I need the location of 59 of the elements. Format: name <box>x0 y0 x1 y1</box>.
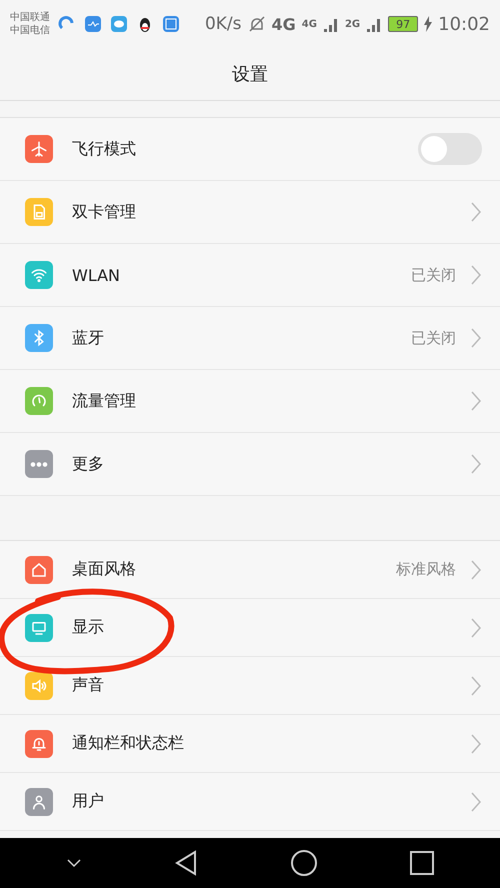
settings-row[interactable]: 用户 <box>0 773 500 831</box>
network-type: 4G <box>302 18 317 30</box>
setting-value: 已关闭 <box>411 328 456 348</box>
settings-row[interactable]: 显示 <box>0 599 500 657</box>
chat-icon <box>110 15 128 33</box>
settings-row[interactable]: 蓝牙 已关闭 <box>0 307 500 370</box>
chevron-icon <box>470 264 482 286</box>
setting-label: 飞行模式 <box>72 138 136 160</box>
setting-label: 通知栏和状态栏 <box>72 733 184 754</box>
signal-icon <box>366 16 382 32</box>
more-icon <box>30 462 48 466</box>
settings-row[interactable]: 流量管理 <box>0 370 500 433</box>
home-icon[interactable] <box>290 849 318 877</box>
chevron-icon <box>470 732 482 754</box>
settings-row[interactable]: 桌面风格 标准风格 <box>0 541 500 599</box>
carrier-name: 中国联通 <box>10 11 50 24</box>
setting-label: 流量管理 <box>72 390 136 412</box>
setting-label: 桌面风格 <box>72 559 136 580</box>
muted-bell-icon <box>248 15 266 33</box>
settings-row[interactable]: WLAN 已关闭 <box>0 244 500 307</box>
setting-label: 用户 <box>72 791 104 812</box>
toggle-switch[interactable] <box>418 133 482 165</box>
battery-level: 97 <box>388 16 418 32</box>
setting-label: 蓝牙 <box>72 328 104 348</box>
speaker-icon <box>30 676 48 694</box>
setting-label: 更多 <box>72 454 104 474</box>
signal-icon <box>322 16 339 32</box>
gallery-icon <box>162 15 180 33</box>
network-type: 4G <box>272 14 296 34</box>
network-speed: 0K/s <box>204 14 242 34</box>
chevron-icon <box>470 390 482 412</box>
back-icon[interactable] <box>174 850 198 876</box>
setting-label: 双卡管理 <box>72 202 136 222</box>
chevron-icon <box>470 790 482 812</box>
chevron-icon <box>470 558 482 580</box>
setting-value: 已关闭 <box>411 266 456 284</box>
airplane-icon <box>30 140 48 158</box>
settings-row[interactable]: 声音 <box>0 657 500 715</box>
chevron-icon <box>470 674 482 696</box>
chevron-icon <box>470 453 482 475</box>
network-type: 2G <box>344 18 360 30</box>
collapse-icon[interactable] <box>66 858 82 868</box>
recents-icon[interactable] <box>410 851 434 875</box>
chevron-icon <box>470 327 482 349</box>
setting-label: 显示 <box>72 617 104 638</box>
clock: 10:02 <box>438 14 490 34</box>
settings-row[interactable]: 双卡管理 <box>0 181 500 244</box>
setting-label: WLAN <box>72 266 120 284</box>
house-icon <box>30 560 48 578</box>
setting-label: 声音 <box>72 675 104 696</box>
setting-value: 标准风格 <box>396 560 456 579</box>
settings-row[interactable]: 更多 <box>0 433 500 496</box>
page-title: 设置 <box>232 63 268 86</box>
user-icon <box>30 792 48 810</box>
carrier-name: 中国电信 <box>10 24 50 37</box>
chevron-icon <box>470 616 482 638</box>
chevron-icon <box>470 201 482 223</box>
settings-row[interactable]: 飞行模式 <box>0 118 500 181</box>
settings-row[interactable]: 通知栏和状态栏 <box>0 715 500 773</box>
